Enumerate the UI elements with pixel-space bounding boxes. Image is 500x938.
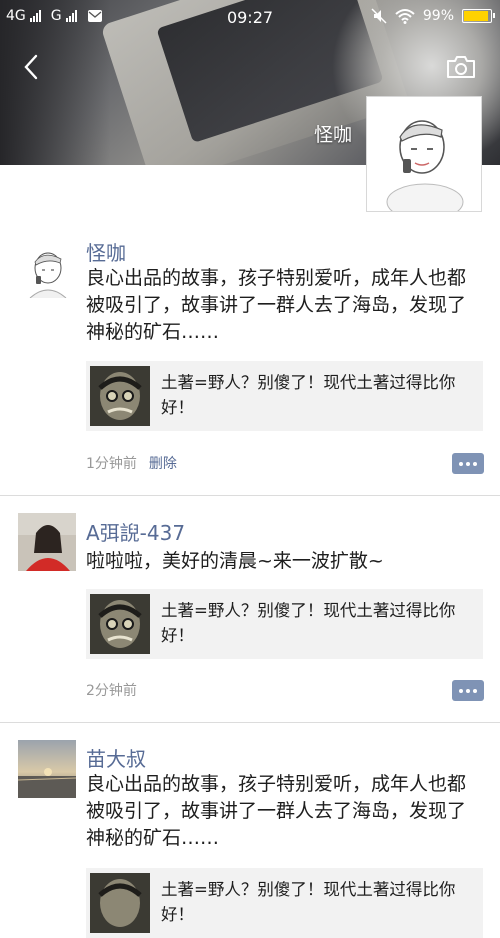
status-bar: 4G G 09:27 99% <box>0 0 500 34</box>
post-text: 良心出品的故事，孩子特别爱听，成年人也都被吸引了，故事讲了一群人去了海岛，发现了… <box>86 773 467 849</box>
camera-icon[interactable] <box>445 54 477 80</box>
post-text: 啦啦啦，美好的清晨~来一波扩散~ <box>86 550 384 572</box>
post-time: 1分钟前 <box>86 456 137 472</box>
status-right: 99% <box>371 8 495 24</box>
avatar-photo <box>18 740 76 798</box>
post-time: 2分钟前 <box>86 683 137 699</box>
battery-icon <box>462 9 495 23</box>
thumbnail-illustration <box>90 366 150 426</box>
post-meta: 2分钟前 <box>86 680 137 700</box>
shared-link-card[interactable]: 土著=野人？别傻了！现代土著过得比你好！ <box>86 361 483 431</box>
profile-avatar[interactable] <box>366 96 482 221</box>
post-meta: 1分钟前 删除 <box>86 453 177 473</box>
comment-button[interactable] <box>452 453 484 474</box>
link-title: 土著=野人？别傻了！现代土著过得比你好！ <box>161 601 456 645</box>
link-thumbnail <box>90 594 150 654</box>
post-avatar[interactable] <box>18 740 76 798</box>
shared-link-card[interactable]: 土著=野人？别傻了！现代土著过得比你好！ <box>86 868 483 938</box>
link-title: 土著=野人？别傻了！现代土著过得比你好！ <box>161 880 456 924</box>
thumbnail-illustration <box>90 594 150 654</box>
back-chevron-icon[interactable] <box>18 52 48 82</box>
post-author[interactable]: 苗大叔 <box>86 743 146 772</box>
wifi-icon <box>395 9 415 24</box>
shared-link-card[interactable]: 土著=野人？别傻了！现代土著过得比你好！ <box>86 589 483 659</box>
post-divider <box>0 495 500 496</box>
link-title: 土著=野人？别傻了！现代土著过得比你好！ <box>161 373 456 417</box>
delete-link[interactable]: 删除 <box>149 456 177 472</box>
post-divider <box>0 722 500 723</box>
battery-level <box>464 11 488 21</box>
post-avatar[interactable] <box>18 513 76 571</box>
avatar-photo <box>18 513 76 571</box>
battery-percent: 99% <box>422 8 454 24</box>
link-thumbnail <box>90 873 150 933</box>
post-text: 良心出品的故事，孩子特别爱听，成年人也都被吸引了，故事讲了一群人去了海岛，发现了… <box>86 267 467 343</box>
post-author[interactable]: 怪咖 <box>86 237 126 266</box>
thumbnail-illustration <box>90 873 150 933</box>
post-author[interactable]: A弭誽-437 <box>86 517 185 546</box>
comment-button[interactable] <box>452 680 484 701</box>
link-thumbnail <box>90 366 150 426</box>
post-avatar[interactable] <box>18 240 76 298</box>
mute-icon <box>371 8 387 24</box>
avatar-illustration <box>18 240 76 298</box>
avatar-illustration <box>367 97 481 221</box>
profile-name: 怪咖 <box>313 124 352 146</box>
